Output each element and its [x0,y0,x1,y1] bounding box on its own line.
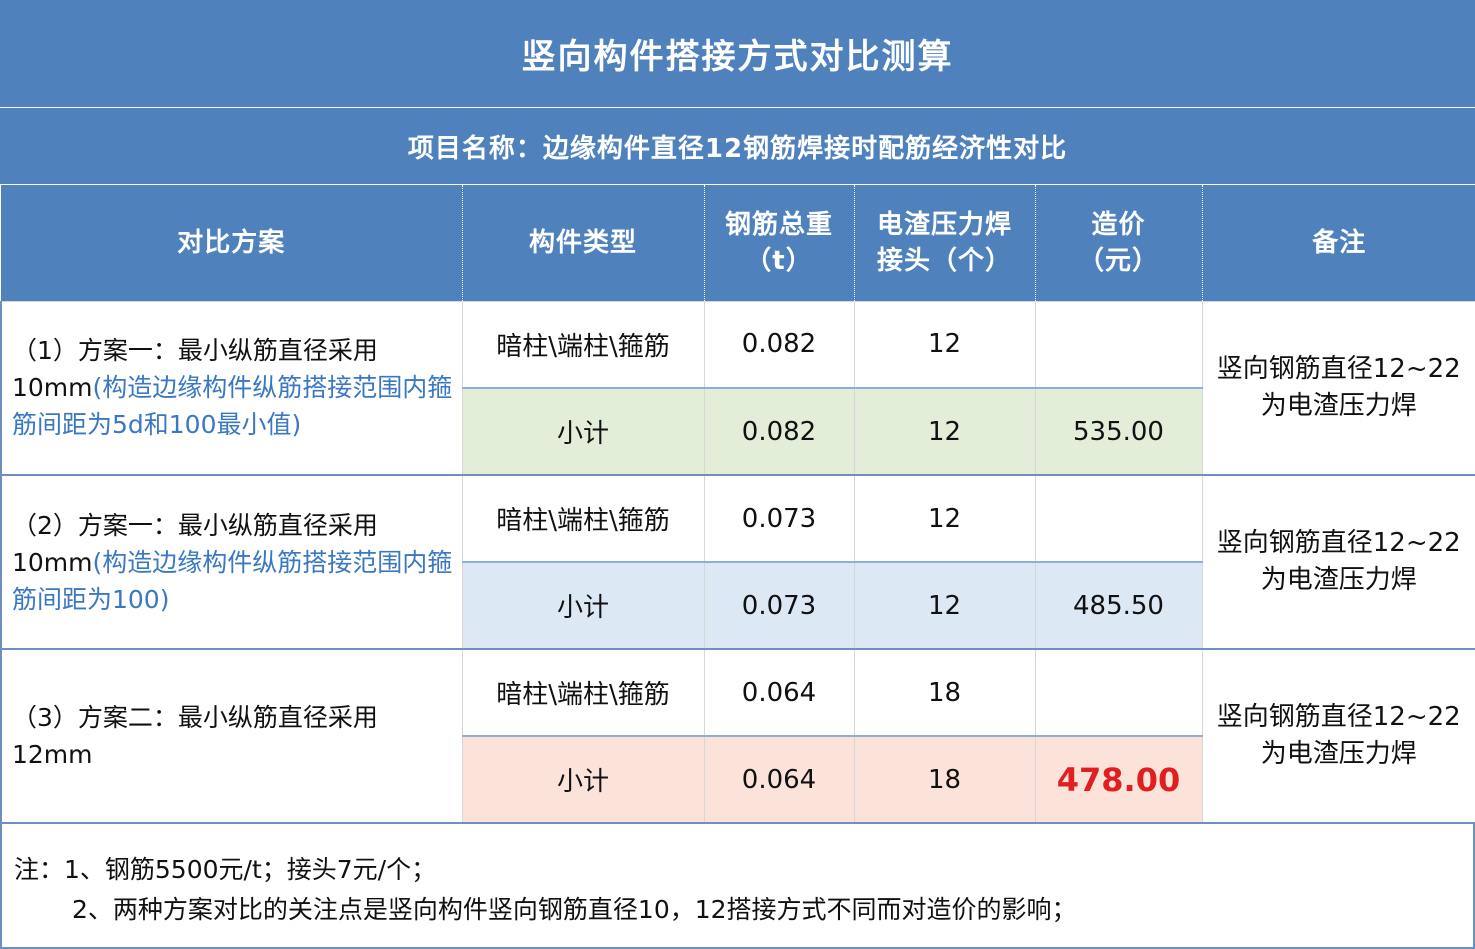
header-joints: 电渣压力焊 接头（个） [854,185,1036,301]
header-weight-line2: （t） [745,245,813,276]
price-cell[interactable] [1034,300,1203,389]
table-row: （2）方案一：最小纵筋直径采用10mm(构造边缘构件纵筋搭接范围内箍筋间距为10… [0,474,1475,650]
subtotal-joints[interactable]: 12 [853,387,1036,476]
plan-cell[interactable]: （2）方案一：最小纵筋直径采用10mm(构造边缘构件纵筋搭接范围内箍筋间距为10… [0,474,463,650]
subtotal-weight[interactable]: 0.073 [703,561,855,650]
subtotal-joints[interactable]: 18 [853,735,1036,824]
remark-line1: 竖向钢筋直径12~22 [1216,353,1461,384]
plan-cell[interactable]: （3）方案二：最小纵筋直径采用12mm [0,648,463,824]
header-price: 造价 （元） [1035,185,1203,301]
header-joints-line1: 电渣压力焊 [876,209,1012,240]
subtotal-label[interactable]: 小计 [461,561,705,650]
project-name: 项目名称：边缘构件直径12钢筋焊接时配筋经济性对比 [0,108,1475,185]
header-joints-line2: 接头（个） [876,245,1012,276]
weight-cell[interactable]: 0.082 [703,300,855,389]
notes-section: 注：1、钢筋5500元/t；接头7元/个； 2、两种方案对比的关注点是竖向构件竖… [0,822,1475,949]
header-price-line1: 造价 [1091,209,1146,240]
spreadsheet: 竖向构件搭接方式对比测算 项目名称：边缘构件直径12钢筋焊接时配筋经济性对比 对… [0,0,1475,949]
subtotal-price[interactable]: 535.00 [1034,387,1203,476]
weight-cell[interactable]: 0.064 [703,648,855,737]
header-plan: 对比方案 [1,185,463,301]
price-cell[interactable] [1034,474,1203,563]
remark-line2: 为电渣压力焊 [1260,739,1417,769]
subtotal-weight[interactable]: 0.082 [703,387,855,476]
subtotal-price-best[interactable]: 478.00 [1034,735,1203,824]
type-cell[interactable]: 暗柱\端柱\箍筋 [461,300,705,389]
price-cell[interactable] [1034,648,1203,737]
best-price-value: 478.00 [1056,760,1181,799]
type-cell[interactable]: 暗柱\端柱\箍筋 [461,474,705,563]
subtotal-joints[interactable]: 12 [853,561,1036,650]
note-line-2: 2、两种方案对比的关注点是竖向构件竖向钢筋直径10，12搭接方式不同而对造价的影… [72,895,1077,924]
table-row: （1）方案一：最小纵筋直径采用10mm(构造边缘构件纵筋搭接范围内箍筋间距为5d… [0,300,1475,476]
joints-cell[interactable]: 12 [853,474,1036,563]
remark-line1: 竖向钢筋直径12~22 [1216,528,1461,558]
subtotal-label[interactable]: 小计 [461,735,705,824]
header-weight-line1: 钢筋总重 [724,209,833,240]
joints-cell[interactable]: 12 [853,300,1036,389]
subtotal-price[interactable]: 485.50 [1034,561,1203,650]
header-weight: 钢筋总重 （t） [704,185,855,301]
remark-line1: 竖向钢筋直径12~22 [1216,702,1461,732]
remark-line2: 为电渣压力焊 [1260,565,1417,595]
joints-cell[interactable]: 18 [853,648,1036,737]
type-cell[interactable]: 暗柱\端柱\箍筋 [461,648,705,737]
subtotal-label[interactable]: 小计 [461,387,705,476]
table-row: （3）方案二：最小纵筋直径采用12mm 暗柱\端柱\箍筋 0.064 18 竖向… [0,648,1475,824]
sheet-title: 竖向构件搭接方式对比测算 [0,0,1475,108]
remark-cell[interactable]: 竖向钢筋直径12~22 为电渣压力焊 [1201,300,1475,476]
remark-line2: 为电渣压力焊 [1260,390,1417,421]
subtotal-weight[interactable]: 0.064 [703,735,855,824]
header-remark: 备注 [1202,185,1475,301]
note-line-1: 注：1、钢筋5500元/t；接头7元/个； [14,855,437,884]
header-price-line2: （元） [1077,245,1159,276]
comparison-table: 对比方案 构件类型 钢筋总重 （t） 电渣压力焊 接头（个） 造价 （元） 备注 [0,185,1475,824]
header-row: 对比方案 构件类型 钢筋总重 （t） 电渣压力焊 接头（个） 造价 （元） 备注 [1,185,1475,301]
plan-cell[interactable]: （1）方案一：最小纵筋直径采用10mm(构造边缘构件纵筋搭接范围内箍筋间距为5d… [0,300,463,476]
weight-cell[interactable]: 0.073 [703,474,855,563]
header-type: 构件类型 [462,185,705,301]
plan-title: （3）方案二：最小纵筋直径采用12mm [12,703,378,769]
remark-cell[interactable]: 竖向钢筋直径12~22 为电渣压力焊 [1201,648,1475,824]
remark-cell[interactable]: 竖向钢筋直径12~22 为电渣压力焊 [1201,474,1475,650]
